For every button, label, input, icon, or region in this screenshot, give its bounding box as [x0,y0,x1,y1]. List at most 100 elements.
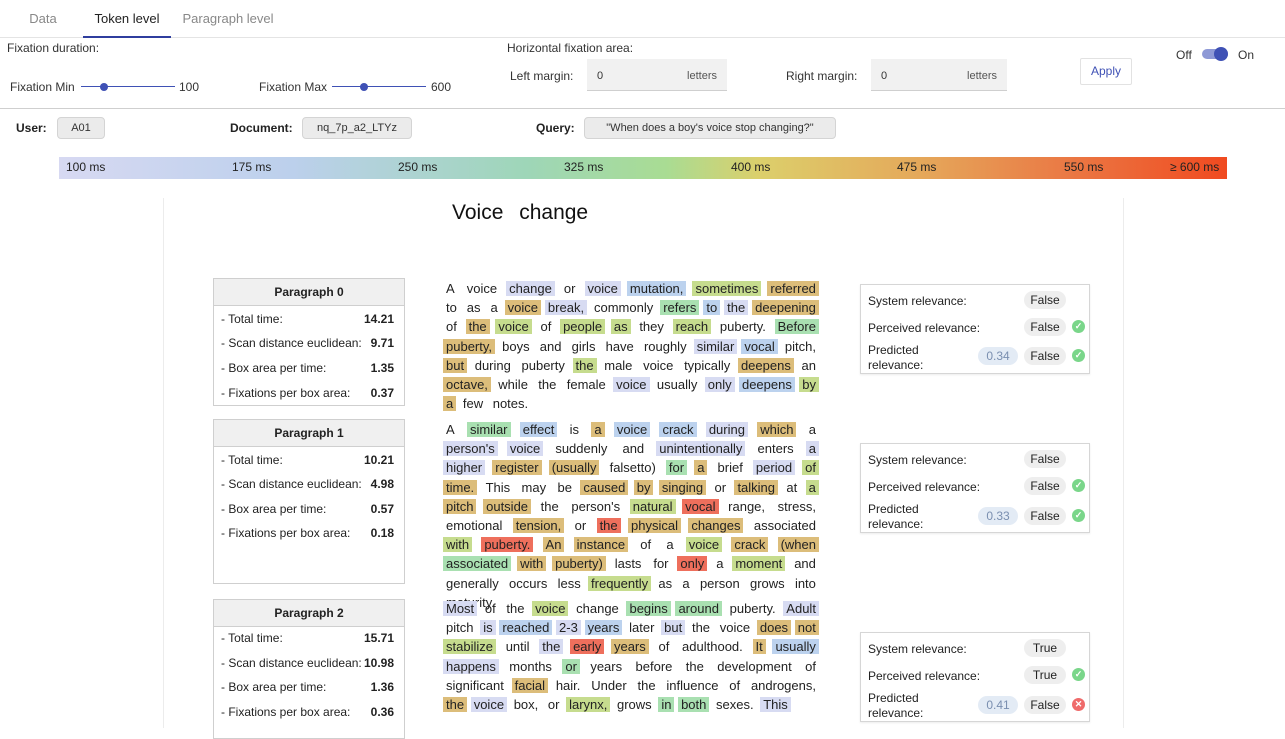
token: as [610,319,631,335]
token: stress, [777,498,816,514]
token: notes. [492,396,529,412]
fixation-max-slider[interactable] [332,80,426,94]
left-margin-input[interactable]: 0 letters [587,59,727,91]
token: the [465,319,490,335]
token: as [658,575,673,591]
stat-value: 0.57 [370,502,394,516]
paragraph-text: A voice change or voice mutation, someti… [443,279,819,413]
token: a [694,460,708,476]
token: sexes. [716,697,754,713]
token: talking [734,479,779,495]
token: person's [443,441,498,457]
stat-label: - Box area per time: [221,361,327,375]
token: effect [519,422,558,437]
tab-token-level[interactable]: Token level [83,0,171,38]
token: a [808,422,816,437]
token: Under [591,677,627,693]
toggle-off-label: Off [1176,48,1192,62]
paragraph-stats-title: Paragraph 0 [214,279,404,306]
token: the [691,620,711,636]
token: crack [659,422,697,437]
tab-data[interactable]: Data [14,0,72,38]
stat-label: - Box area per time: [221,680,327,694]
token: voice [470,697,508,713]
stat-label: - Fixations per box area: [221,386,351,400]
token: be [557,479,572,495]
token: This [760,697,791,713]
fixation-max-value: 600 [431,80,452,94]
token: usually [656,377,698,393]
token: of [446,319,457,335]
apply-button[interactable]: Apply [1080,58,1132,85]
stat-label: - Scan distance euclidean: [221,656,362,670]
token: years [590,658,623,674]
token: years [584,620,623,636]
token: years [610,639,649,655]
token: have [605,338,634,354]
fixation-min-slider-thumb[interactable] [100,83,108,91]
token: into [794,575,816,591]
token: voice [685,537,723,553]
stat-total-time: - Total time: 10.21 [221,453,394,471]
check-icon: ✓ [1072,668,1085,681]
token: a [591,422,605,437]
token: Before [774,319,819,335]
token: during [705,422,748,437]
token: development [717,658,792,674]
stat-box-area: - Box area per time: 1.36 [221,680,394,698]
token: puberty [521,357,565,373]
token: hair. [555,677,581,693]
tab-paragraph-level[interactable]: Paragraph level [176,0,280,38]
perceived-relevance-value: False [1024,477,1066,495]
token: androgens, [750,677,816,693]
token: of [484,601,496,616]
check-icon: ✓ [1072,479,1085,492]
token: which [757,422,797,437]
right-margin-label: Right margin: [786,69,858,83]
token: at [786,479,798,495]
token: the [540,498,559,514]
right-margin-input[interactable]: 0 letters [871,59,1007,91]
fixation-min-slider[interactable] [81,80,175,94]
token: or [574,518,587,534]
horizontal-area-label: Horizontal fixation area: [507,41,634,55]
token: an [801,357,816,373]
stat-label: - Total time: [221,453,283,467]
token: the [724,300,749,316]
right-margin-unit: letters [967,70,997,82]
token: vocal [741,338,778,354]
token: period [752,460,796,476]
token: caused [580,479,629,495]
token: similar [466,422,511,437]
token: voice [613,422,651,437]
highlight-toggle[interactable] [1202,47,1228,61]
token: break, [544,300,588,316]
token: as [466,300,481,316]
query-chip: "When does a boy's voice stop changing?" [584,117,836,139]
predicted-score: 0.41 [978,696,1018,714]
stat-value: 1.36 [370,680,394,694]
fixation-max-slider-thumb[interactable] [360,83,368,91]
token: the [506,601,525,616]
stat-total-time: - Total time: 15.71 [221,631,394,649]
token: and [539,338,562,354]
token: associated [753,518,816,534]
token: the [637,677,656,693]
token: early [570,639,605,655]
token: people [560,319,606,335]
token: An [542,537,565,553]
token: the [685,658,704,674]
token: pitch [443,498,477,514]
perceived-relevance-value: False [1024,318,1066,336]
token: octave, [443,377,491,393]
stat-value: 4.98 [370,477,394,491]
token: the [539,639,564,655]
token: in [658,697,675,713]
token: a [682,575,690,591]
tab-bar: Data Token level Paragraph level [0,0,1285,38]
predicted-relevance-label: relevance: [868,706,924,720]
token: enters [757,441,794,457]
token: boys [502,338,530,354]
token: associated [443,556,512,572]
relevance-card: System relevance: True Perceived relevan… [860,632,1090,722]
